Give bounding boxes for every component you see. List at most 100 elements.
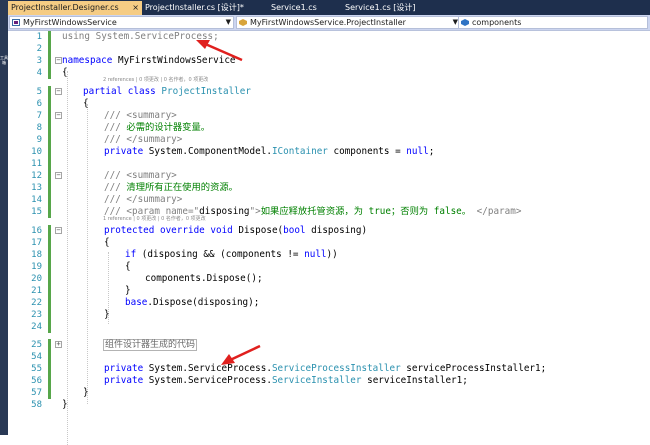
code-line: 8 /// 必需的设计器变量。 — [8, 122, 650, 134]
codelens-references[interactable]: 2 references | 0 项更改 | 0 名作者，0 项更改 — [103, 77, 208, 83]
line-number: 14 — [31, 195, 42, 205]
line-number: 10 — [31, 147, 42, 157]
change-bar — [48, 122, 51, 134]
code-text: } — [125, 285, 131, 296]
change-bar — [48, 55, 51, 67]
collapse-icon[interactable]: − — [55, 57, 62, 64]
change-bar — [48, 321, 51, 333]
chevron-down-icon: ▼ — [225, 18, 231, 26]
change-bar — [48, 86, 51, 98]
line-number: 23 — [31, 310, 42, 320]
line-number: 8 — [36, 123, 42, 133]
class-icon — [239, 19, 247, 26]
code-text: /// <summary> — [104, 110, 177, 121]
member-dropdown[interactable]: components — [458, 16, 648, 29]
change-bar — [48, 134, 51, 146]
line-number: 4 — [36, 68, 42, 78]
change-bar — [48, 43, 51, 55]
code-line: 13 /// 清理所有正在使用的资源。 — [8, 182, 650, 194]
change-bar — [48, 261, 51, 273]
line-number: 15 — [31, 207, 42, 217]
change-bar — [48, 146, 51, 158]
collapse-icon[interactable]: − — [55, 88, 62, 95]
collapse-icon[interactable]: − — [55, 227, 62, 234]
navigation-bar: MyFirstWindowsService ▼ MyFirstWindowsSe… — [8, 15, 650, 31]
code-line: 6 { — [8, 98, 650, 110]
tab-projectinstaller-design[interactable]: ProjectInstaller.cs [设计]* — [142, 1, 268, 15]
code-line: 58 } — [8, 399, 650, 411]
member-dropdown-value: components — [472, 18, 522, 27]
code-text: { — [125, 261, 131, 272]
collapse-icon[interactable]: − — [55, 172, 62, 179]
code-line: 55 private System.ServiceProcess.Service… — [8, 363, 650, 375]
line-number: 2 — [36, 44, 42, 54]
code-line: 7 − /// <summary> — [8, 110, 650, 122]
line-number: 17 — [31, 238, 42, 248]
code-text: using System.ServiceProcess; — [62, 31, 219, 42]
code-line: 18 if (disposing && (components != null)… — [8, 249, 650, 261]
change-bar — [48, 98, 51, 110]
code-text: private System.ComponentModel.IContainer… — [104, 146, 435, 157]
code-line: 25 + 组件设计器生成的代码 — [8, 339, 650, 351]
code-line: 24 — [8, 321, 650, 333]
tab-projectinstaller-designer[interactable]: ProjectInstaller.Designer.cs × — [8, 1, 142, 15]
tab-service1-cs[interactable]: Service1.cs — [268, 1, 342, 15]
line-number: 12 — [31, 171, 42, 181]
line-number: 57 — [31, 388, 42, 398]
tab-label: ProjectInstaller.cs [设计]* — [145, 3, 244, 12]
class-dropdown[interactable]: MyFirstWindowsService.ProjectInstaller ▼ — [236, 16, 461, 29]
line-number: 16 — [31, 226, 42, 236]
line-number: 9 — [36, 135, 42, 145]
change-bar — [48, 158, 51, 170]
code-line: 9 /// </summary> — [8, 134, 650, 146]
line-number: 55 — [31, 364, 42, 374]
project-dropdown[interactable]: MyFirstWindowsService ▼ — [9, 16, 234, 29]
code-text: components.Dispose(); — [145, 273, 263, 284]
change-bar — [48, 339, 51, 351]
change-bar — [48, 375, 51, 387]
code-text: namespace MyFirstWindowsService — [62, 55, 236, 66]
code-line: 11 — [8, 158, 650, 170]
tab-service1-design[interactable]: Service1.cs [设计] — [342, 1, 442, 15]
code-text: private System.ServiceProcess.ServiceIns… — [104, 375, 468, 386]
line-number: 6 — [36, 99, 42, 109]
collapse-icon[interactable]: − — [55, 112, 62, 119]
change-bar — [48, 67, 51, 79]
code-line: 1 using System.ServiceProcess; — [8, 31, 650, 43]
toolbox-sidebar[interactable]: 工具箱 — [0, 0, 8, 435]
change-bar — [48, 110, 51, 122]
code-line: 17 { — [8, 237, 650, 249]
change-bar — [48, 182, 51, 194]
change-bar — [48, 249, 51, 261]
change-bar — [48, 273, 51, 285]
code-text: /// 清理所有正在使用的资源。 — [104, 182, 238, 193]
code-text: } — [104, 309, 110, 320]
collapsed-region[interactable]: 组件设计器生成的代码 — [103, 339, 198, 351]
expand-icon[interactable]: + — [55, 341, 62, 348]
change-bar — [48, 225, 51, 237]
change-bar — [48, 387, 51, 399]
change-bar — [48, 206, 51, 218]
change-bar — [48, 285, 51, 297]
code-text: base.Dispose(disposing); — [125, 297, 260, 308]
code-line: 22 base.Dispose(disposing); — [8, 297, 650, 309]
code-text: private System.ServiceProcess.ServicePro… — [104, 363, 547, 374]
code-line: 3 − namespace MyFirstWindowsService — [8, 55, 650, 67]
code-editor[interactable]: 1 using System.ServiceProcess; 2 3 − nam… — [8, 31, 650, 445]
line-number: 58 — [31, 400, 42, 410]
code-line: 19 { — [8, 261, 650, 273]
code-line: 5 − partial class ProjectInstaller — [8, 86, 650, 98]
line-number: 3 — [36, 56, 42, 66]
line-number: 5 — [36, 87, 42, 97]
close-icon[interactable]: × — [132, 1, 139, 15]
code-text: if (disposing && (components != null)) — [125, 249, 338, 260]
line-number: 1 — [36, 32, 42, 42]
code-line: 56 private System.ServiceProcess.Service… — [8, 375, 650, 387]
codelens-references[interactable]: 1 reference | 0 项更改 | 0 名作者，0 项更改 — [103, 216, 206, 222]
toolbox-label: 工具箱 — [0, 55, 8, 65]
code-text: { — [62, 67, 68, 78]
change-bar — [48, 170, 51, 182]
change-bar — [48, 351, 51, 363]
change-bar — [48, 237, 51, 249]
line-number: 24 — [31, 322, 42, 332]
